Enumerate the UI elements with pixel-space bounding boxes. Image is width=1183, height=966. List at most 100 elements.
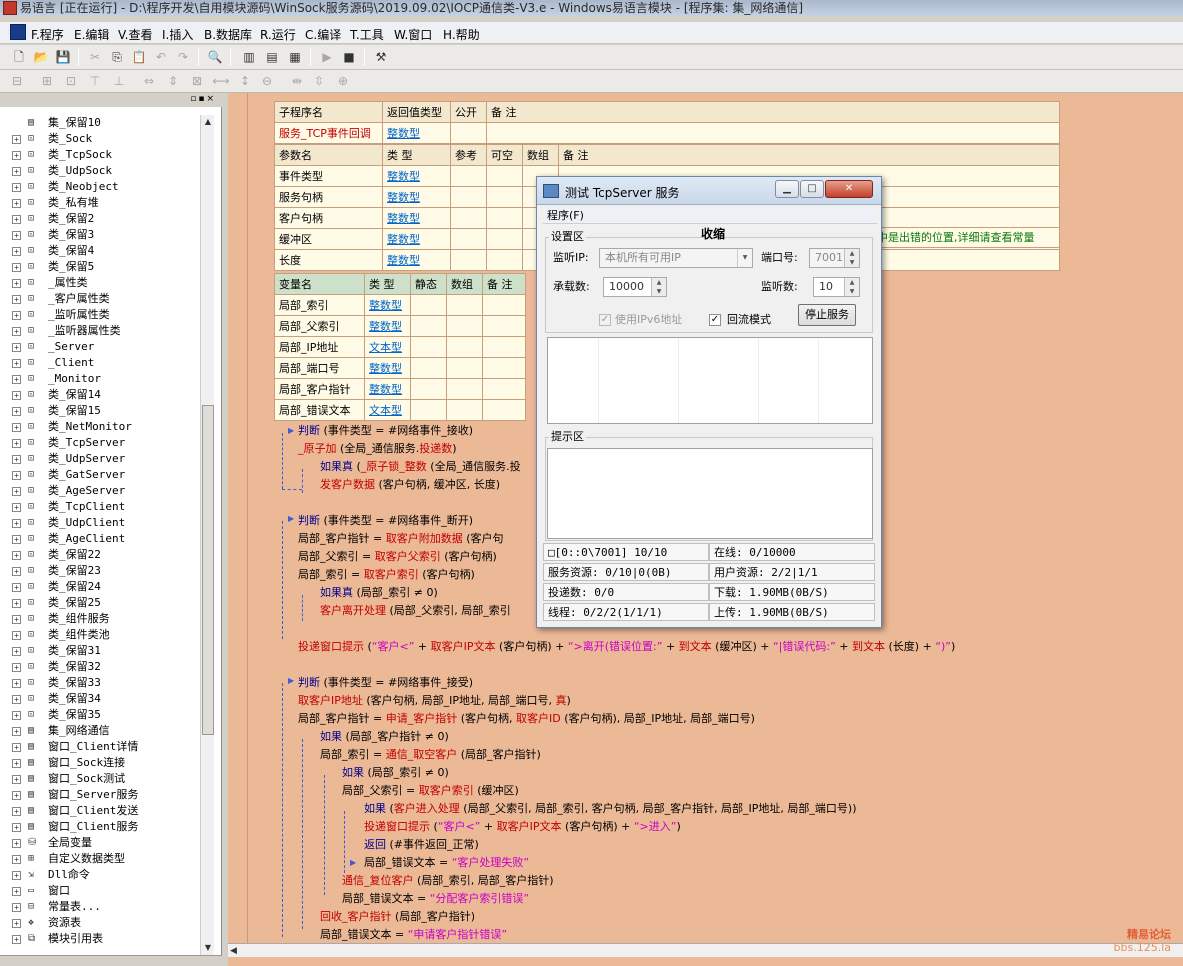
expand-icon[interactable]: + xyxy=(12,743,21,752)
param-ref[interactable] xyxy=(450,207,487,229)
expand-icon[interactable]: + xyxy=(12,279,21,288)
close-icon[interactable]: ✕ xyxy=(825,180,873,198)
tree-item[interactable]: + ⊡ 类_保留24 xyxy=(8,579,200,595)
sub-public[interactable] xyxy=(450,122,487,144)
param-nullable[interactable] xyxy=(486,186,523,208)
var-row[interactable]: 局部_端口号 整数型 xyxy=(274,357,526,379)
var-type[interactable]: 整数型 xyxy=(364,294,411,316)
var-row[interactable]: 局部_父索引 整数型 xyxy=(274,315,526,337)
scroll-down-icon[interactable]: ▼ xyxy=(201,941,215,955)
expand-icon[interactable]: + xyxy=(12,535,21,544)
expand-icon[interactable]: + xyxy=(12,679,21,688)
var-static[interactable] xyxy=(410,378,447,400)
tree-item[interactable]: + ⊡ 类_AgeClient xyxy=(8,531,200,547)
code-line[interactable]: 局部_错误文本 = “分配客户索引错误” xyxy=(342,890,529,908)
maximize-icon[interactable]: □ xyxy=(800,180,824,198)
scroll-thumb[interactable] xyxy=(202,405,214,735)
menu-compile[interactable]: C.编译 xyxy=(305,26,341,43)
expand-icon[interactable]: + xyxy=(12,551,21,560)
param-type[interactable]: 整数型 xyxy=(382,249,451,271)
param-name[interactable]: 客户句柄 xyxy=(274,207,383,229)
expand-icon[interactable]: + xyxy=(12,615,21,624)
menu-run[interactable]: R.运行 xyxy=(260,26,296,43)
expand-icon[interactable]: + xyxy=(12,295,21,304)
expand-icon[interactable]: + xyxy=(12,919,21,928)
param-ref[interactable] xyxy=(450,186,487,208)
var-type[interactable]: 文本型 xyxy=(364,336,411,358)
param-name[interactable]: 长度 xyxy=(274,249,383,271)
port-input[interactable]: 7001 ▲ ▼ xyxy=(809,248,860,268)
var-note[interactable] xyxy=(482,399,526,421)
expand-icon[interactable]: + xyxy=(12,727,21,736)
var-row[interactable]: 局部_客户指针 整数型 xyxy=(274,378,526,400)
var-name[interactable]: 局部_错误文本 xyxy=(274,399,365,421)
expand-icon[interactable]: + xyxy=(12,439,21,448)
param-ref[interactable] xyxy=(450,165,487,187)
expand-icon[interactable]: + xyxy=(12,695,21,704)
same-height-icon[interactable]: ⇕ xyxy=(164,72,182,90)
loopback-checkbox[interactable]: ✓ xyxy=(709,314,721,326)
tree-item[interactable]: + ⊡ 类_GatServer xyxy=(8,467,200,483)
code-line[interactable]: 回收_客户指针 (局部_客户指针) xyxy=(320,908,475,926)
code-line[interactable]: 如果 (局部_索引 ≠ 0) xyxy=(342,764,449,782)
var-static[interactable] xyxy=(410,357,447,379)
save-icon[interactable]: 💾 xyxy=(54,48,72,66)
tree-item[interactable]: + ⛁ 全局变量 xyxy=(8,835,200,851)
param-nullable[interactable] xyxy=(486,207,523,229)
code-line[interactable]: 判断 (事件类型 = #网络事件_断开) xyxy=(298,512,473,530)
param-name[interactable]: 缓冲区 xyxy=(274,228,383,250)
same-size-icon[interactable]: ⊠ xyxy=(188,72,206,90)
expand-icon[interactable]: + xyxy=(12,711,21,720)
param-name[interactable]: 事件类型 xyxy=(274,165,383,187)
port-spinner[interactable]: ▲ ▼ xyxy=(844,249,859,267)
var-note[interactable] xyxy=(482,315,526,337)
param-ref[interactable] xyxy=(450,249,487,271)
expand-icon[interactable]: + xyxy=(12,391,21,400)
center-h-icon[interactable]: ⇹ xyxy=(288,72,306,90)
scroll-up-icon[interactable]: ▲ xyxy=(201,115,215,129)
var-array[interactable] xyxy=(446,336,483,358)
listen-count-spinner[interactable]: ▲ ▼ xyxy=(844,278,859,296)
tree-item[interactable]: + ⊡ 类_私有堆 xyxy=(8,195,200,211)
expand-icon[interactable]: + xyxy=(12,407,21,416)
var-name[interactable]: 局部_端口号 xyxy=(274,357,365,379)
menu-view[interactable]: V.查看 xyxy=(118,26,152,43)
center-v-icon[interactable]: ⇳ xyxy=(310,72,328,90)
expand-icon[interactable]: + xyxy=(12,663,21,672)
expand-icon[interactable]: + xyxy=(12,183,21,192)
expand-icon[interactable]: + xyxy=(12,935,21,944)
menu-edit[interactable]: E.编辑 xyxy=(74,26,109,43)
code-line[interactable]: 取客户IP地址 (客户句柄, 局部_IP地址, 局部_端口号, 真) xyxy=(298,692,571,710)
expand-icon[interactable]: + xyxy=(12,343,21,352)
expand-icon[interactable]: + xyxy=(12,759,21,768)
align-top-icon[interactable]: ⊤ xyxy=(86,72,104,90)
code-line[interactable]: 局部_父索引 = 取客户索引 (缓冲区) xyxy=(342,782,519,800)
collapse-toggle[interactable]: 收缩 xyxy=(701,225,725,243)
align-right-icon[interactable]: ⊡ xyxy=(62,72,80,90)
tree-item[interactable]: + ⊡ 类_保留31 xyxy=(8,643,200,659)
sub-name[interactable]: 服务_TCP事件回调 xyxy=(274,122,383,144)
ipv6-checkbox[interactable]: ✓ xyxy=(599,314,611,326)
expand-icon[interactable]: + xyxy=(12,423,21,432)
var-name[interactable]: 局部_IP地址 xyxy=(274,336,365,358)
expand-icon[interactable]: + xyxy=(12,583,21,592)
copy-icon[interactable]: ⎘ xyxy=(108,48,126,66)
tree-item[interactable]: + ⊡ _Monitor xyxy=(8,371,200,387)
stop-icon[interactable]: ■ xyxy=(340,48,358,66)
panel-window-buttons[interactable]: ▫▪× xyxy=(190,94,216,104)
tree-item[interactable]: + ⊡ 类_保留5 xyxy=(8,259,200,275)
var-note[interactable] xyxy=(482,357,526,379)
var-type[interactable]: 文本型 xyxy=(364,399,411,421)
code-line[interactable]: 局部_客户指针 = 申请_客户指针 (客户句柄, 取客户ID (客户句柄), 局… xyxy=(298,710,755,728)
tree-item[interactable]: + ⊡ 类_保留25 xyxy=(8,595,200,611)
capacity-spinner[interactable]: ▲ ▼ xyxy=(651,278,666,296)
code-line[interactable]: 判断 (事件类型 = #网络事件_接受) xyxy=(298,674,473,692)
var-note[interactable] xyxy=(482,336,526,358)
tree-item[interactable]: + ⊡ 类_TcpServer xyxy=(8,435,200,451)
tree-item[interactable]: + ⧉ 模块引用表 xyxy=(8,931,200,947)
tree-item[interactable]: + ▤ 窗口_Client服务 xyxy=(8,819,200,835)
var-row[interactable]: 局部_索引 整数型 xyxy=(274,294,526,316)
expand-icon[interactable]: + xyxy=(12,167,21,176)
expand-icon[interactable]: + xyxy=(12,375,21,384)
code-line[interactable]: 如果 (局部_客户指针 ≠ 0) xyxy=(320,728,449,746)
